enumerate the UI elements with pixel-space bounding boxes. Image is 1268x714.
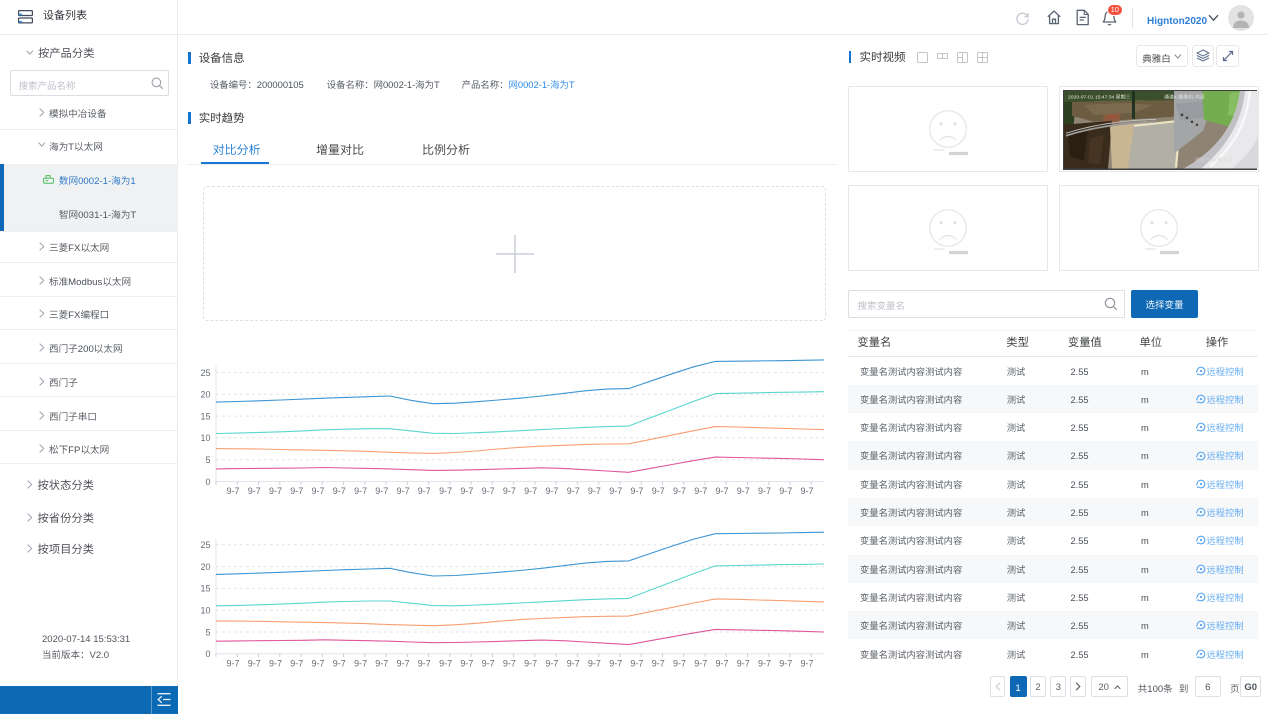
svg-text:9-7: 9-7 <box>482 484 495 497</box>
svg-text:0: 0 <box>205 647 210 660</box>
svg-text:9-7: 9-7 <box>567 656 580 669</box>
svg-text:9-7: 9-7 <box>545 656 558 669</box>
svg-text:9-7: 9-7 <box>652 656 665 669</box>
svg-text:9-7: 9-7 <box>439 484 452 497</box>
svg-text:9-7: 9-7 <box>333 484 346 497</box>
svg-text:9-7: 9-7 <box>375 484 388 497</box>
svg-text:2020-07-01 15:47:34 星期三: 2020-07-01 15:47:34 星期三 <box>1068 93 1131 100</box>
svg-text:9-7: 9-7 <box>226 484 239 497</box>
svg-text:9-7: 9-7 <box>609 484 622 497</box>
svg-text:9-7: 9-7 <box>673 484 686 497</box>
svg-text:9-7: 9-7 <box>397 484 410 497</box>
svg-text:9-7: 9-7 <box>503 656 516 669</box>
svg-text:9-7: 9-7 <box>311 656 324 669</box>
svg-text:9-7: 9-7 <box>715 484 728 497</box>
svg-text:10: 10 <box>200 604 210 617</box>
svg-text:9-7: 9-7 <box>269 656 282 669</box>
svg-text:9-7: 9-7 <box>482 656 495 669</box>
svg-text:9-7: 9-7 <box>333 656 346 669</box>
svg-text:9-7: 9-7 <box>524 484 537 497</box>
svg-text:9-7: 9-7 <box>248 484 261 497</box>
svg-text:9-7: 9-7 <box>354 656 367 669</box>
svg-text:9-7: 9-7 <box>226 656 239 669</box>
svg-text:9-7: 9-7 <box>758 484 771 497</box>
svg-text:9-7: 9-7 <box>800 484 813 497</box>
svg-text:9-7: 9-7 <box>567 484 580 497</box>
svg-text:9-7: 9-7 <box>248 656 261 669</box>
svg-text:9-7: 9-7 <box>418 656 431 669</box>
svg-text:9-7: 9-7 <box>524 656 537 669</box>
svg-text:9-7: 9-7 <box>311 484 324 497</box>
svg-text:9-7: 9-7 <box>503 484 516 497</box>
svg-text:0: 0 <box>205 475 210 488</box>
svg-text:9-7: 9-7 <box>758 656 771 669</box>
svg-text:9-7: 9-7 <box>779 656 792 669</box>
svg-text:9-7: 9-7 <box>800 656 813 669</box>
svg-text:9-7: 9-7 <box>588 656 601 669</box>
svg-text:9-7: 9-7 <box>588 484 601 497</box>
svg-text:9-7: 9-7 <box>673 656 686 669</box>
svg-text:5: 5 <box>205 453 210 466</box>
svg-text:9-7: 9-7 <box>737 656 750 669</box>
svg-text:9-7: 9-7 <box>694 484 707 497</box>
svg-text:通道4 摄像机-鸿运: 通道4 摄像机-鸿运 <box>1164 93 1205 100</box>
svg-text:9-7: 9-7 <box>694 656 707 669</box>
svg-text:9-7: 9-7 <box>269 484 282 497</box>
svg-text:9-7: 9-7 <box>545 484 558 497</box>
svg-text:9-7: 9-7 <box>460 484 473 497</box>
svg-text:9-7: 9-7 <box>354 484 367 497</box>
svg-text:9-7: 9-7 <box>460 656 473 669</box>
svg-text:9-7: 9-7 <box>630 484 643 497</box>
svg-text:10: 10 <box>200 431 210 444</box>
svg-text:9-7: 9-7 <box>418 484 431 497</box>
svg-text:9-7: 9-7 <box>630 656 643 669</box>
svg-text:9-7: 9-7 <box>609 656 622 669</box>
svg-text:9-7: 9-7 <box>375 656 388 669</box>
svg-text:9-7: 9-7 <box>397 656 410 669</box>
svg-text:鸿运J7#4 楼道口: 鸿运J7#4 楼道口 <box>1195 157 1232 164</box>
svg-text:9-7: 9-7 <box>779 484 792 497</box>
svg-text:25: 25 <box>200 366 210 379</box>
svg-text:9-7: 9-7 <box>439 656 452 669</box>
svg-text:15: 15 <box>200 582 210 595</box>
svg-text:5: 5 <box>205 625 210 638</box>
svg-text:20: 20 <box>200 560 210 573</box>
svg-text:9-7: 9-7 <box>290 656 303 669</box>
svg-text:9-7: 9-7 <box>737 484 750 497</box>
svg-text:9-7: 9-7 <box>715 656 728 669</box>
svg-text:9-7: 9-7 <box>652 484 665 497</box>
svg-text:15: 15 <box>200 409 210 422</box>
svg-text:9-7: 9-7 <box>290 484 303 497</box>
svg-text:20: 20 <box>200 388 210 401</box>
svg-text:25: 25 <box>200 538 210 551</box>
